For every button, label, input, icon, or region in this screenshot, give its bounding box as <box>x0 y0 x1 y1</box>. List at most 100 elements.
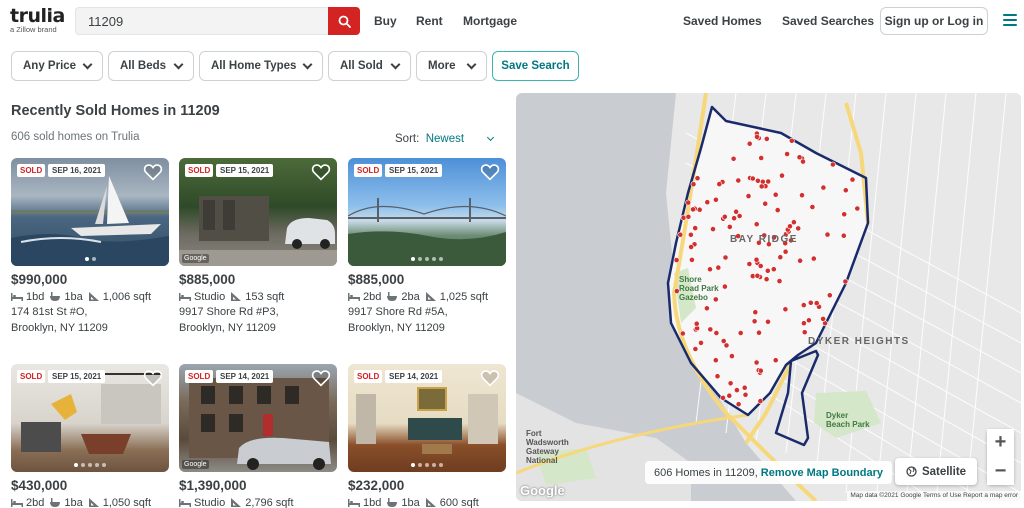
listing-marker[interactable] <box>736 213 743 219</box>
price-filter[interactable]: Any Price <box>11 51 103 81</box>
listing-marker[interactable] <box>754 177 761 184</box>
listing-marker[interactable] <box>765 318 771 325</box>
nav-mortgage[interactable]: Mortgage <box>463 14 517 28</box>
listing-card[interactable]: SOLD SEP 14, 2021 Google $1,390,000 Stud… <box>179 364 337 508</box>
listing-marker[interactable] <box>728 353 735 359</box>
listing-card[interactable]: SOLD SEP 16, 2021 $990,000 1bd 1ba 1,006… <box>11 158 169 336</box>
hamburger-menu-icon[interactable] <box>1003 14 1017 26</box>
listing-marker[interactable] <box>770 266 777 273</box>
listing-marker[interactable] <box>726 392 733 399</box>
listing-marker[interactable] <box>772 191 779 198</box>
listing-marker[interactable] <box>829 161 836 168</box>
listing-marker[interactable] <box>758 183 765 190</box>
listing-marker[interactable] <box>690 206 696 213</box>
listing-marker[interactable] <box>757 263 764 269</box>
listing-marker[interactable] <box>712 196 719 203</box>
heart-icon[interactable] <box>311 163 331 181</box>
listing-photo[interactable]: SOLD SEP 15, 2021 <box>11 364 169 472</box>
listing-marker[interactable] <box>693 320 700 327</box>
listing-marker[interactable] <box>810 255 817 262</box>
saved-searches-link[interactable]: Saved Searches <box>782 14 874 28</box>
listing-marker[interactable] <box>805 317 812 324</box>
listing-marker[interactable] <box>735 401 742 408</box>
listing-marker[interactable] <box>797 257 803 264</box>
satellite-toggle[interactable]: Satellite <box>895 458 977 485</box>
photo-carousel-dots[interactable] <box>348 257 506 261</box>
listing-marker[interactable] <box>820 315 826 322</box>
listing-marker[interactable] <box>694 175 701 182</box>
listing-marker[interactable] <box>721 283 728 290</box>
listing-marker[interactable] <box>800 302 807 308</box>
listing-marker[interactable] <box>841 211 848 218</box>
listing-marker[interactable] <box>704 199 711 206</box>
address-line-1[interactable]: 9917 Shore Rd #P3, <box>179 304 337 320</box>
zoom-in-button[interactable]: + <box>987 429 1014 456</box>
listing-marker[interactable] <box>782 248 789 255</box>
listing-marker[interactable] <box>737 330 744 336</box>
listing-marker[interactable] <box>720 394 726 401</box>
listing-marker[interactable] <box>763 136 770 142</box>
photo-carousel-dots[interactable] <box>348 463 506 467</box>
listing-marker[interactable] <box>788 137 795 144</box>
listing-marker[interactable] <box>765 178 772 185</box>
listing-marker[interactable] <box>776 278 783 284</box>
listing-marker[interactable] <box>799 192 805 199</box>
listing-marker[interactable] <box>696 206 703 213</box>
listing-marker[interactable] <box>842 187 849 194</box>
listing-marker[interactable] <box>753 359 760 366</box>
listing-marker[interactable] <box>703 305 710 312</box>
listing-marker[interactable] <box>733 387 740 393</box>
listing-marker[interactable] <box>801 329 808 336</box>
saved-homes-link[interactable]: Saved Homes <box>683 14 762 28</box>
listing-marker[interactable] <box>707 266 713 273</box>
listing-marker[interactable] <box>677 231 684 238</box>
listing-marker[interactable] <box>688 256 695 263</box>
listing-marker[interactable] <box>745 193 752 199</box>
listing-marker[interactable] <box>733 208 739 215</box>
heart-icon[interactable] <box>143 369 163 387</box>
listing-marker[interactable] <box>774 207 781 213</box>
listing-marker[interactable] <box>826 292 833 299</box>
listing-marker[interactable] <box>685 213 692 220</box>
listing-marker[interactable] <box>726 223 733 230</box>
listing-marker[interactable] <box>807 299 814 306</box>
listing-marker[interactable] <box>746 261 753 267</box>
heart-icon[interactable] <box>480 163 500 181</box>
listing-marker[interactable] <box>751 318 758 325</box>
listing-marker[interactable] <box>842 278 849 285</box>
listing-marker[interactable] <box>680 214 687 221</box>
listing-marker[interactable] <box>800 320 807 327</box>
listing-marker[interactable] <box>782 306 789 313</box>
address-line-2[interactable]: Brooklyn, NY 11209 <box>348 320 506 336</box>
sort-dropdown[interactable]: Sort: Newest <box>395 133 464 145</box>
map-attribution[interactable]: Map data ©2021 Google Terms of Use Repor… <box>847 491 1021 501</box>
listing-marker[interactable] <box>796 154 803 161</box>
photo-carousel-dots[interactable] <box>11 257 169 261</box>
save-search-button[interactable]: Save Search <box>492 51 579 81</box>
listing-marker[interactable] <box>720 338 727 344</box>
listing-marker[interactable] <box>685 199 692 206</box>
heart-icon[interactable] <box>311 369 331 387</box>
listing-marker[interactable] <box>692 346 699 352</box>
listing-marker[interactable] <box>688 244 694 250</box>
home-types-filter[interactable]: All Home Types <box>199 51 323 81</box>
address-line-1[interactable]: 9917 Shore Rd #5A, <box>348 304 506 320</box>
listing-marker[interactable] <box>854 205 861 212</box>
address-line-2[interactable]: Brooklyn, NY 11209 <box>179 320 337 336</box>
listing-marker[interactable] <box>727 380 734 387</box>
sold-filter[interactable]: All Sold <box>328 51 411 81</box>
nav-buy[interactable]: Buy <box>374 14 397 28</box>
listing-marker[interactable] <box>813 300 820 306</box>
chevron-down-icon[interactable] <box>486 133 495 142</box>
listing-marker[interactable] <box>722 254 729 261</box>
listing-photo[interactable]: SOLD SEP 15, 2021 <box>348 158 506 266</box>
listing-marker[interactable] <box>754 134 760 140</box>
trulia-logo[interactable]: trulia a Zillow brand <box>10 7 65 35</box>
listing-marker[interactable] <box>716 181 723 187</box>
listing-marker[interactable] <box>820 184 827 191</box>
listing-marker[interactable] <box>679 330 686 337</box>
results-map[interactable]: BAY RIDGE DYKER HEIGHTS Shore Road Park … <box>516 93 1021 501</box>
listing-marker[interactable] <box>714 373 721 380</box>
search-button[interactable] <box>328 7 360 35</box>
listing-photo[interactable]: SOLD SEP 16, 2021 <box>11 158 169 266</box>
